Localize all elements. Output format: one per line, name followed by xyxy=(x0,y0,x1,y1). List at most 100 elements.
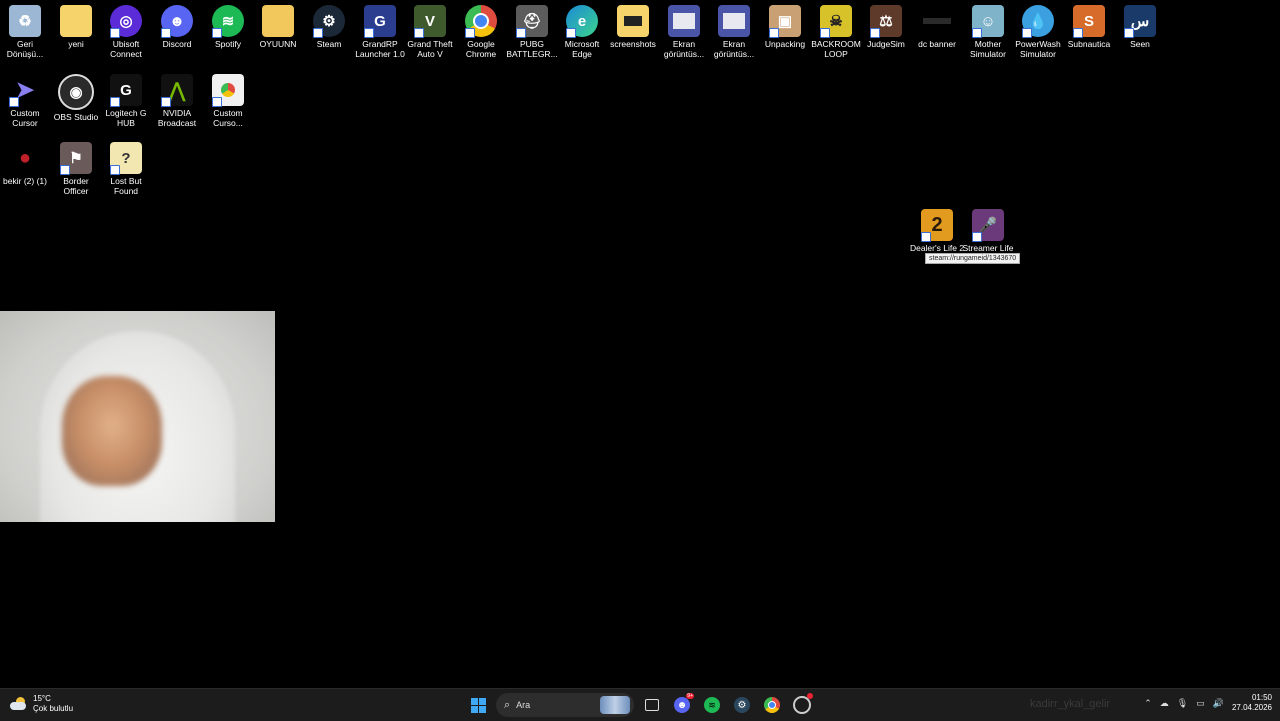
desktop-icon-label: Logitech G HUB xyxy=(105,108,147,128)
taskbar-steam[interactable]: ⚙ xyxy=(730,693,754,717)
chrome-file-icon xyxy=(212,74,244,107)
desktop-icon-label: screenshots xyxy=(610,39,656,49)
start-button[interactable] xyxy=(466,693,490,717)
weather-desc: Çok bulutlu xyxy=(33,704,74,713)
backroom-icon: ☠ xyxy=(820,5,852,38)
spotify-icon: ≋ xyxy=(212,5,244,38)
desktop-icon-discord[interactable]: ☻ Discord xyxy=(152,5,202,49)
nvidia-icon: ⋀ xyxy=(161,74,193,107)
background-watermark-text: kadirr_ykal_gelir xyxy=(1030,698,1111,710)
discord-icon: ☻ xyxy=(674,697,690,713)
steam-icon: ⚙ xyxy=(313,5,345,38)
shortcut-arrow-icon xyxy=(1022,28,1032,38)
desktop-icon-recycle-bin[interactable]: ♻ Geri Dönüşü... xyxy=(0,5,50,59)
shortcut-arrow-icon xyxy=(769,28,779,38)
desktop-icon-custom-cursor-chrome[interactable]: Custom Curso... xyxy=(203,74,253,128)
shortcut-arrow-icon xyxy=(161,97,171,107)
desktop-icon-unpacking[interactable]: ▣ Unpacking xyxy=(760,5,810,49)
task-view-button[interactable] xyxy=(640,693,664,717)
taskbar-spotify[interactable]: ≋ xyxy=(700,693,724,717)
desktop-icon-logitech-g-hub[interactable]: G Logitech G HUB xyxy=(101,74,151,128)
cloud-sun-icon xyxy=(10,697,28,711)
shortcut-arrow-icon xyxy=(465,28,475,38)
desktop-icon-label: Discord xyxy=(162,39,192,49)
desktop-icon-google-chrome[interactable]: Google Chrome xyxy=(456,5,506,59)
border-officer-icon: ⚑ xyxy=(60,142,92,175)
desktop-icon-yeni[interactable]: yeni xyxy=(51,5,101,49)
shortcut-arrow-icon xyxy=(9,97,19,107)
desktop-icon-dc-banner[interactable]: dc banner xyxy=(912,5,962,49)
gta-icon: V xyxy=(414,5,446,38)
desktop-icon-grandrp[interactable]: G GrandRP Launcher 1.0 xyxy=(355,5,405,59)
discord-icon: ☻ xyxy=(161,5,193,38)
shortcut-arrow-icon xyxy=(921,232,931,242)
taskbar-obs[interactable] xyxy=(790,693,814,717)
desktop-icon-seen[interactable]: س Seen xyxy=(1115,5,1165,49)
taskbar: 15°C Çok bulutlu ⌕ Ara ☻ 9+ ≋ ⚙ kadirr_y… xyxy=(0,688,1280,721)
lost-found-icon: ? xyxy=(110,142,142,175)
desktop-icon-oyuunn[interactable]: OYUUNN xyxy=(253,5,303,49)
shortcut-arrow-icon xyxy=(1073,28,1083,38)
desktop-icon-steam[interactable]: ⚙ Steam xyxy=(304,5,354,49)
desktop-icon-lost-but-found[interactable]: ? Lost But Found xyxy=(101,142,151,196)
spotify-icon: ≋ xyxy=(704,697,720,713)
desktop-icon-mother-simulator[interactable]: ☺ Mother Simulator xyxy=(963,5,1013,59)
desktop-icon-backroom-loop[interactable]: ☠ BACKROOM LOOP xyxy=(811,5,861,59)
shortcut-arrow-icon xyxy=(212,97,222,107)
recycle-bin-icon: ♻ xyxy=(9,5,41,37)
desktop-icon-label: Seen xyxy=(1130,39,1150,49)
desktop-icon-label: Unpacking xyxy=(764,39,806,49)
desktop-icon-spotify[interactable]: ≋ Spotify xyxy=(203,5,253,49)
desktop-icon-custom-cursor[interactable]: ➤ Custom Cursor xyxy=(0,74,50,128)
desktop-icon-screenshots[interactable]: screenshots xyxy=(608,5,658,49)
volume-icon[interactable]: 🔊 xyxy=(1213,698,1224,709)
streamer-life-icon: 🎤 xyxy=(972,209,1004,242)
search-placeholder: Ara xyxy=(516,700,531,710)
microphone-icon[interactable]: 🎙 xyxy=(1177,698,1188,709)
windows-icon xyxy=(470,697,486,713)
kitten-image xyxy=(62,376,162,486)
clock-time: 01:50 xyxy=(1251,693,1272,702)
taskbar-chrome[interactable] xyxy=(760,693,784,717)
shortcut-arrow-icon xyxy=(60,165,70,175)
desktop-icon-dealers-life-2[interactable]: 2 Dealer's Life 2 xyxy=(910,209,964,253)
recording-dot xyxy=(807,693,813,699)
network-icon[interactable]: ▭ xyxy=(1196,698,1205,709)
clock[interactable]: 01:50 27.04.2026 xyxy=(1232,693,1272,713)
desktop-icon-microsoft-edge[interactable]: e Microsoft Edge xyxy=(557,5,607,59)
shortcut-arrow-icon xyxy=(110,28,120,38)
desktop-icon-powerwash-simulator[interactable]: 💧 PowerWash Simulator xyxy=(1013,5,1063,59)
desktop-icon-gta-v[interactable]: V Grand Theft Auto V xyxy=(405,5,455,59)
desktop-icon-label: Dealer's Life 2 xyxy=(909,243,965,253)
desktop-icon-streamer-life[interactable]: 🎤 Streamer Life xyxy=(962,209,1014,253)
weather-widget[interactable]: 15°C Çok bulutlu xyxy=(10,694,73,714)
desktop-icon-pubg[interactable]: ⛑ PUBG BATTLEGR... xyxy=(506,5,558,59)
desktop-icon-bekir[interactable]: ● bekir (2) (1) xyxy=(0,142,50,187)
desktop-icon-subnautica[interactable]: S Subnautica xyxy=(1064,5,1114,49)
obs-icon: ◉ xyxy=(58,74,94,110)
image-icon: ● xyxy=(18,146,32,169)
edge-icon: e xyxy=(566,5,598,38)
shortcut-arrow-icon xyxy=(414,28,424,38)
desktop-icon-ekran-goruntusu-1[interactable]: Ekran görüntüs... xyxy=(659,5,709,59)
video-overlay xyxy=(0,311,275,522)
desktop-icon-judgesim[interactable]: ⚖ JudgeSim xyxy=(861,5,911,49)
desktop-icon-ekran-goruntusu-2[interactable]: Ekran görüntüs... xyxy=(709,5,759,59)
desktop-icon-border-officer[interactable]: ⚑ Border Officer xyxy=(51,142,101,196)
chrome-icon xyxy=(764,697,780,713)
taskbar-search[interactable]: ⌕ Ara xyxy=(496,693,634,717)
taskbar-discord[interactable]: ☻ 9+ xyxy=(670,693,694,717)
onedrive-icon[interactable]: ☁ xyxy=(1160,698,1169,709)
shortcut-arrow-icon xyxy=(110,165,120,175)
desktop-icon-obs-studio[interactable]: ◉ OBS Studio xyxy=(51,74,101,122)
task-view-icon xyxy=(645,699,659,711)
ubisoft-icon: ◎ xyxy=(110,5,142,38)
desktop-icon-label: Ubisoft Connect xyxy=(110,39,142,59)
shortcut-arrow-icon xyxy=(1124,28,1134,38)
chevron-up-icon[interactable]: ⌃ xyxy=(1144,698,1152,709)
desktop-icon-label: Microsoft Edge xyxy=(564,39,600,59)
desktop-icon-nvidia-broadcast[interactable]: ⋀ NVIDIA Broadcast xyxy=(152,74,202,128)
desktop-icon-label: Google Chrome xyxy=(465,39,497,59)
desktop-icon-ubisoft-connect[interactable]: ◎ Ubisoft Connect xyxy=(101,5,151,59)
pubg-icon: ⛑ xyxy=(516,5,548,38)
